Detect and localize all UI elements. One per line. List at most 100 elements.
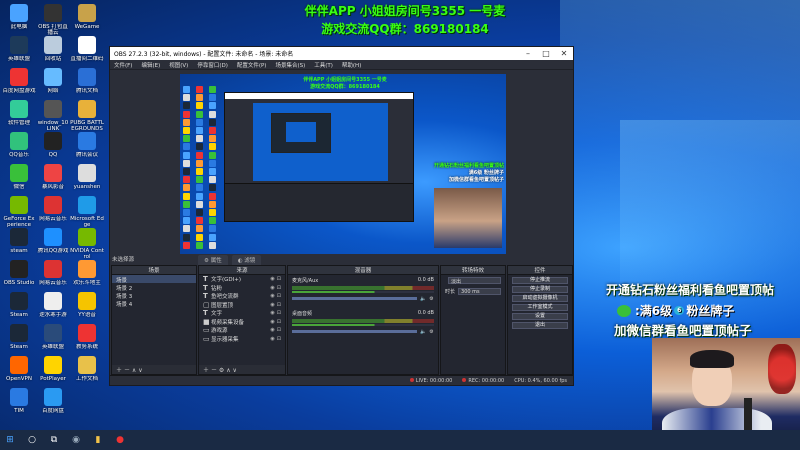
control-button[interactable]: 退出: [512, 322, 568, 329]
add-icon[interactable]: ＋: [116, 367, 122, 374]
lock-icon[interactable]: ⊡: [277, 293, 281, 299]
desktop-icon[interactable]: 逆水寒手游: [36, 292, 70, 325]
obs-window[interactable]: OBS 27.2.3 (32-bit, windows) - 配置文件: 未命名…: [109, 46, 574, 386]
control-button[interactable]: 启动虚拟摄像机: [512, 295, 568, 302]
lock-icon[interactable]: ⊡: [277, 336, 281, 342]
desktop-icon[interactable]: 网易云音乐: [36, 196, 70, 229]
source-item[interactable]: T 文字(GDI+) ◉ ⊡: [199, 275, 285, 284]
desktop-icon[interactable]: QQ: [36, 132, 70, 165]
taskbar-search-icon[interactable]: ○: [26, 434, 38, 446]
menu-item[interactable]: 文件(F): [114, 61, 132, 69]
desktop-icon[interactable]: NVIDIA Control: [70, 228, 104, 261]
desktop-icon[interactable]: Steam: [2, 324, 36, 357]
desktop-icon[interactable]: 网易云音乐: [36, 260, 70, 293]
eye-icon[interactable]: ◉: [270, 327, 274, 333]
source-item[interactable]: T 钻粉 ◉ ⊡: [199, 284, 285, 293]
minimize-icon[interactable]: –: [519, 49, 537, 58]
desktop-icon[interactable]: 工作文档: [70, 356, 104, 389]
eye-icon[interactable]: ◉: [270, 293, 274, 299]
lock-icon[interactable]: ⊡: [277, 302, 281, 308]
desktop-icon[interactable]: OpenVPN: [2, 356, 36, 389]
eye-icon[interactable]: ◉: [270, 310, 274, 316]
source-item[interactable]: ▭ 显示器采集 ◉ ⊡: [199, 335, 285, 344]
desktop-icon[interactable]: Steam: [2, 292, 36, 325]
tab-filters[interactable]: ◐ 滤镜: [231, 255, 262, 265]
scene-item[interactable]: 场景 4: [112, 299, 196, 308]
source-item[interactable]: ▢ 图层置顶 ◉ ⊡: [199, 301, 285, 310]
desktop-icon[interactable]: OBS Studio: [2, 260, 36, 293]
desktop-icon[interactable]: 腾讯QQ游戏: [36, 228, 70, 261]
desktop-icon[interactable]: 此电脑: [2, 4, 36, 37]
remove-source-icon[interactable]: －: [211, 367, 217, 374]
desktop-icon[interactable]: 欢乐斗地主: [70, 260, 104, 293]
transition-type-select[interactable]: 淡出: [448, 277, 501, 285]
desktop-icon[interactable]: 百度网盘游戏: [2, 68, 36, 101]
desktop-icon[interactable]: YY语音: [70, 292, 104, 325]
source-down-icon[interactable]: ∨: [233, 367, 237, 374]
close-icon[interactable]: ✕: [555, 49, 573, 58]
scene-item[interactable]: 场景: [112, 275, 196, 284]
gear-icon[interactable]: ⚙: [429, 329, 433, 335]
desktop-icon[interactable]: 网络: [36, 68, 70, 101]
source-item[interactable]: ■ 视频采集设备 ◉ ⊡: [199, 318, 285, 327]
eye-icon[interactable]: ◉: [270, 302, 274, 308]
volume-slider[interactable]: [292, 330, 417, 333]
move-up-icon[interactable]: ∧: [132, 367, 136, 374]
menu-item[interactable]: 停靠窗口(D): [197, 61, 228, 69]
desktop-icon[interactable]: 微信: [2, 164, 36, 197]
eye-icon[interactable]: ◉: [270, 319, 274, 325]
lock-icon[interactable]: ⊡: [277, 319, 281, 325]
tab-properties[interactable]: ⚙ 属性: [198, 255, 228, 265]
lock-icon[interactable]: ⊡: [277, 285, 281, 291]
source-item[interactable]: T 文字 ◉ ⊡: [199, 309, 285, 318]
lock-icon[interactable]: ⊡: [277, 327, 281, 333]
duration-input[interactable]: 300 ms: [458, 288, 501, 295]
desktop-icon[interactable]: TIM: [2, 388, 36, 421]
desktop-icon[interactable]: 英雄联盟: [36, 324, 70, 357]
maximize-icon[interactable]: □: [537, 49, 555, 58]
desktop-icon[interactable]: 直播间二维码: [70, 36, 104, 69]
desktop-icon[interactable]: PUBG BATTLEGROUNDS: [70, 100, 104, 133]
steam-icon[interactable]: ◉: [70, 434, 82, 446]
windows-start-icon[interactable]: ⊞: [4, 434, 16, 446]
add-source-icon[interactable]: ＋: [203, 367, 209, 374]
control-button[interactable]: 工作室模式: [512, 304, 568, 311]
source-item[interactable]: T 鱼吧交流群 ◉ ⊡: [199, 292, 285, 301]
desktop-icon[interactable]: yuanshen: [70, 164, 104, 197]
control-button[interactable]: 停止推流: [512, 277, 568, 284]
menu-item[interactable]: 场景集合(S): [275, 61, 305, 69]
obs-preview[interactable]: 伴伴APP 小姐姐房间号3355 一号麦 游戏交流QQ群：869180184 开…: [180, 74, 506, 254]
desktop-icon[interactable]: Microsoft Edge: [70, 196, 104, 229]
desktop-icon[interactable]: 回收站: [36, 36, 70, 69]
control-button[interactable]: 停止录制: [512, 286, 568, 293]
desktop-icon[interactable]: 百度网盘: [36, 388, 70, 421]
desktop-icon[interactable]: steam: [2, 228, 36, 261]
move-down-icon[interactable]: ∨: [138, 367, 142, 374]
obs-titlebar[interactable]: OBS 27.2.3 (32-bit, windows) - 配置文件: 未命名…: [110, 47, 573, 60]
desktop-icon[interactable]: 教务系统: [70, 324, 104, 357]
menu-item[interactable]: 编辑(E): [141, 61, 160, 69]
file-explorer-icon[interactable]: ▮: [92, 434, 104, 446]
volume-slider[interactable]: [292, 297, 417, 300]
source-item[interactable]: ▭ 游戏源 ◉ ⊡: [199, 326, 285, 335]
scene-item[interactable]: 场景 2: [112, 283, 196, 292]
desktop-icon[interactable]: OBS 打包直播云: [36, 4, 70, 37]
menu-item[interactable]: 帮助(H): [342, 61, 361, 69]
desktop-icon[interactable]: PotPlayer: [36, 356, 70, 389]
desktop-icon[interactable]: GeForce Experience: [2, 196, 36, 229]
lock-icon[interactable]: ⊡: [277, 276, 281, 282]
desktop-icon[interactable]: 英雄联盟: [2, 36, 36, 69]
control-button[interactable]: 设置: [512, 313, 568, 320]
desktop-icon[interactable]: window_10 LINK: [36, 100, 70, 133]
desktop-icon[interactable]: 腾讯会议: [70, 132, 104, 165]
task-view-icon[interactable]: ⧉: [48, 434, 60, 446]
eye-icon[interactable]: ◉: [270, 285, 274, 291]
remove-icon[interactable]: －: [124, 367, 130, 374]
desktop-icon[interactable]: 软件管理: [2, 100, 36, 133]
obs-taskbar-icon[interactable]: ●: [114, 434, 126, 446]
desktop-icon[interactable]: QQ音乐: [2, 132, 36, 165]
menu-item[interactable]: 视图(V): [169, 61, 188, 69]
lock-icon[interactable]: ⊡: [277, 310, 281, 316]
desktop-icon[interactable]: 暴风影音: [36, 164, 70, 197]
speaker-icon[interactable]: 🔈: [420, 329, 426, 335]
